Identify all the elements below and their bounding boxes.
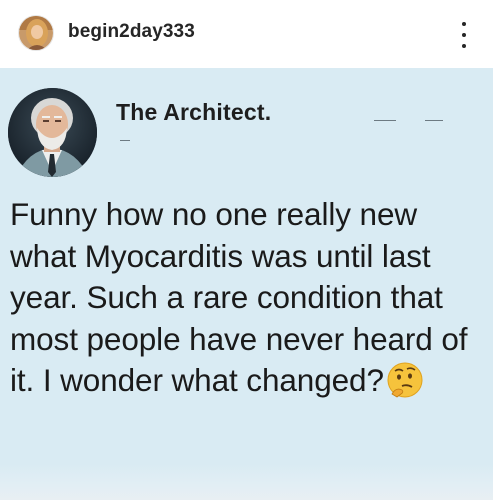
profile-photo-icon xyxy=(19,16,53,50)
tweet-display-name: The Architect. xyxy=(116,99,272,125)
more-vertical-icon xyxy=(462,22,466,26)
post-header: begin2day333 xyxy=(0,0,493,68)
profile-photo-elderly-man-icon xyxy=(8,88,97,177)
thinking-face-emoji-icon xyxy=(386,361,424,410)
user-avatar[interactable] xyxy=(18,15,54,51)
tweet-avatar xyxy=(8,88,97,177)
image-artifact xyxy=(425,120,443,121)
post-image[interactable]: The Architect. Funny how no one really n… xyxy=(0,68,493,500)
image-artifact xyxy=(374,120,396,121)
username[interactable]: begin2day333 xyxy=(68,21,195,43)
more-options-button[interactable] xyxy=(453,22,475,48)
more-vertical-icon-dot xyxy=(462,33,466,37)
more-vertical-icon-dot xyxy=(462,44,466,48)
image-artifact xyxy=(120,140,130,141)
tweet-text: Funny how no one really new what Myocard… xyxy=(10,194,490,410)
